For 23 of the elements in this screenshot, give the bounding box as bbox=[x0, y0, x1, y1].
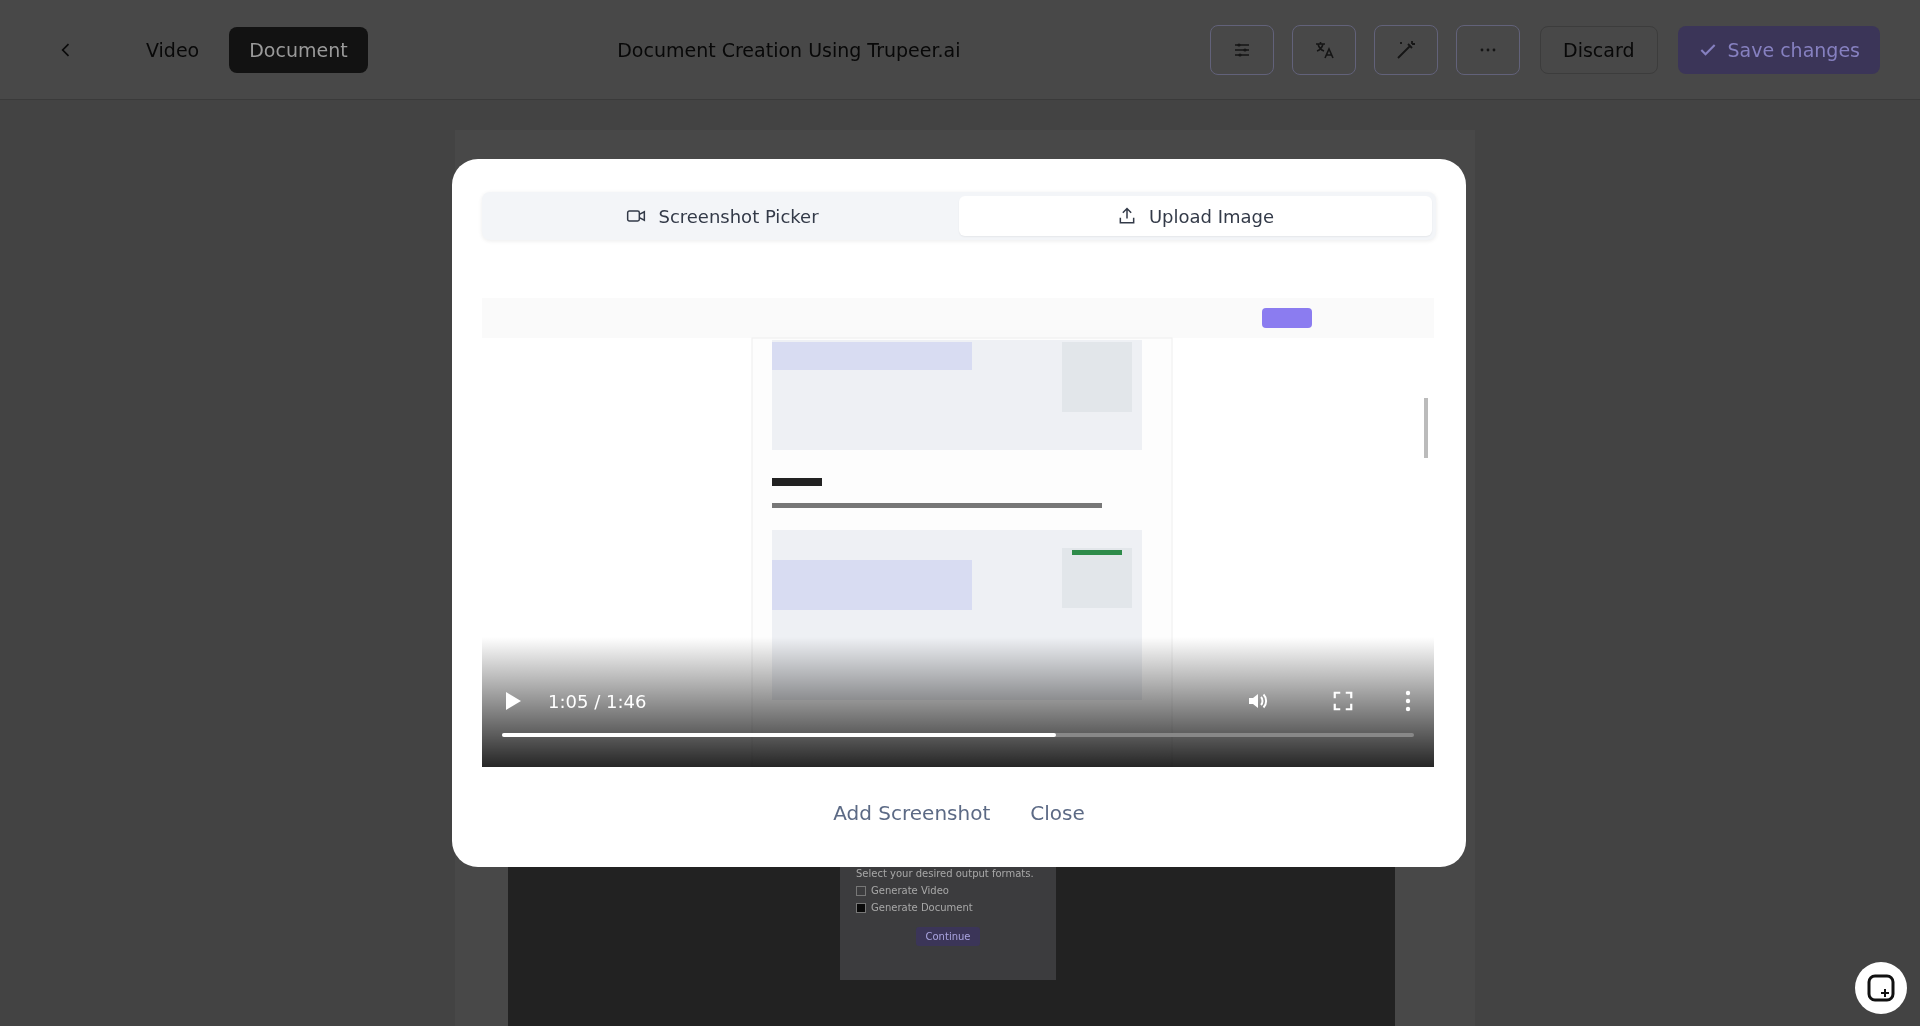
progress-bar[interactable] bbox=[502, 733, 1414, 737]
save-button[interactable]: Save changes bbox=[1677, 25, 1880, 74]
video-time: 1:05 / 1:46 bbox=[548, 690, 648, 712]
modal-tab[interactable]: Upload Image bbox=[959, 196, 1432, 236]
checkbox-label: Generate Video bbox=[871, 885, 949, 896]
modal-tab[interactable]: Screenshot Picker bbox=[486, 196, 959, 236]
checkbox[interactable] bbox=[856, 902, 866, 913]
dialog-prompt: Select your desired output formats. bbox=[856, 868, 1035, 879]
view-tab[interactable]: Document bbox=[229, 26, 368, 73]
add-button[interactable] bbox=[1855, 962, 1907, 1014]
checkbox-label: Generate Document bbox=[871, 902, 973, 913]
modal-button[interactable]: Close bbox=[1030, 795, 1085, 831]
checkbox[interactable] bbox=[856, 885, 866, 896]
sliders-button[interactable] bbox=[1210, 24, 1275, 75]
modal-button[interactable]: Add Screenshot bbox=[833, 795, 991, 831]
translate-button[interactable] bbox=[1292, 24, 1357, 75]
add-box-icon bbox=[1866, 973, 1896, 1003]
more-vertical-icon[interactable] bbox=[1404, 690, 1412, 712]
more-icon bbox=[1480, 47, 1497, 52]
fullscreen-icon[interactable] bbox=[1332, 690, 1354, 712]
continue-button[interactable]: Continue bbox=[915, 927, 981, 946]
document-title: Document Creation Using Trupeer.ai bbox=[616, 38, 962, 61]
play-icon[interactable] bbox=[504, 691, 522, 711]
